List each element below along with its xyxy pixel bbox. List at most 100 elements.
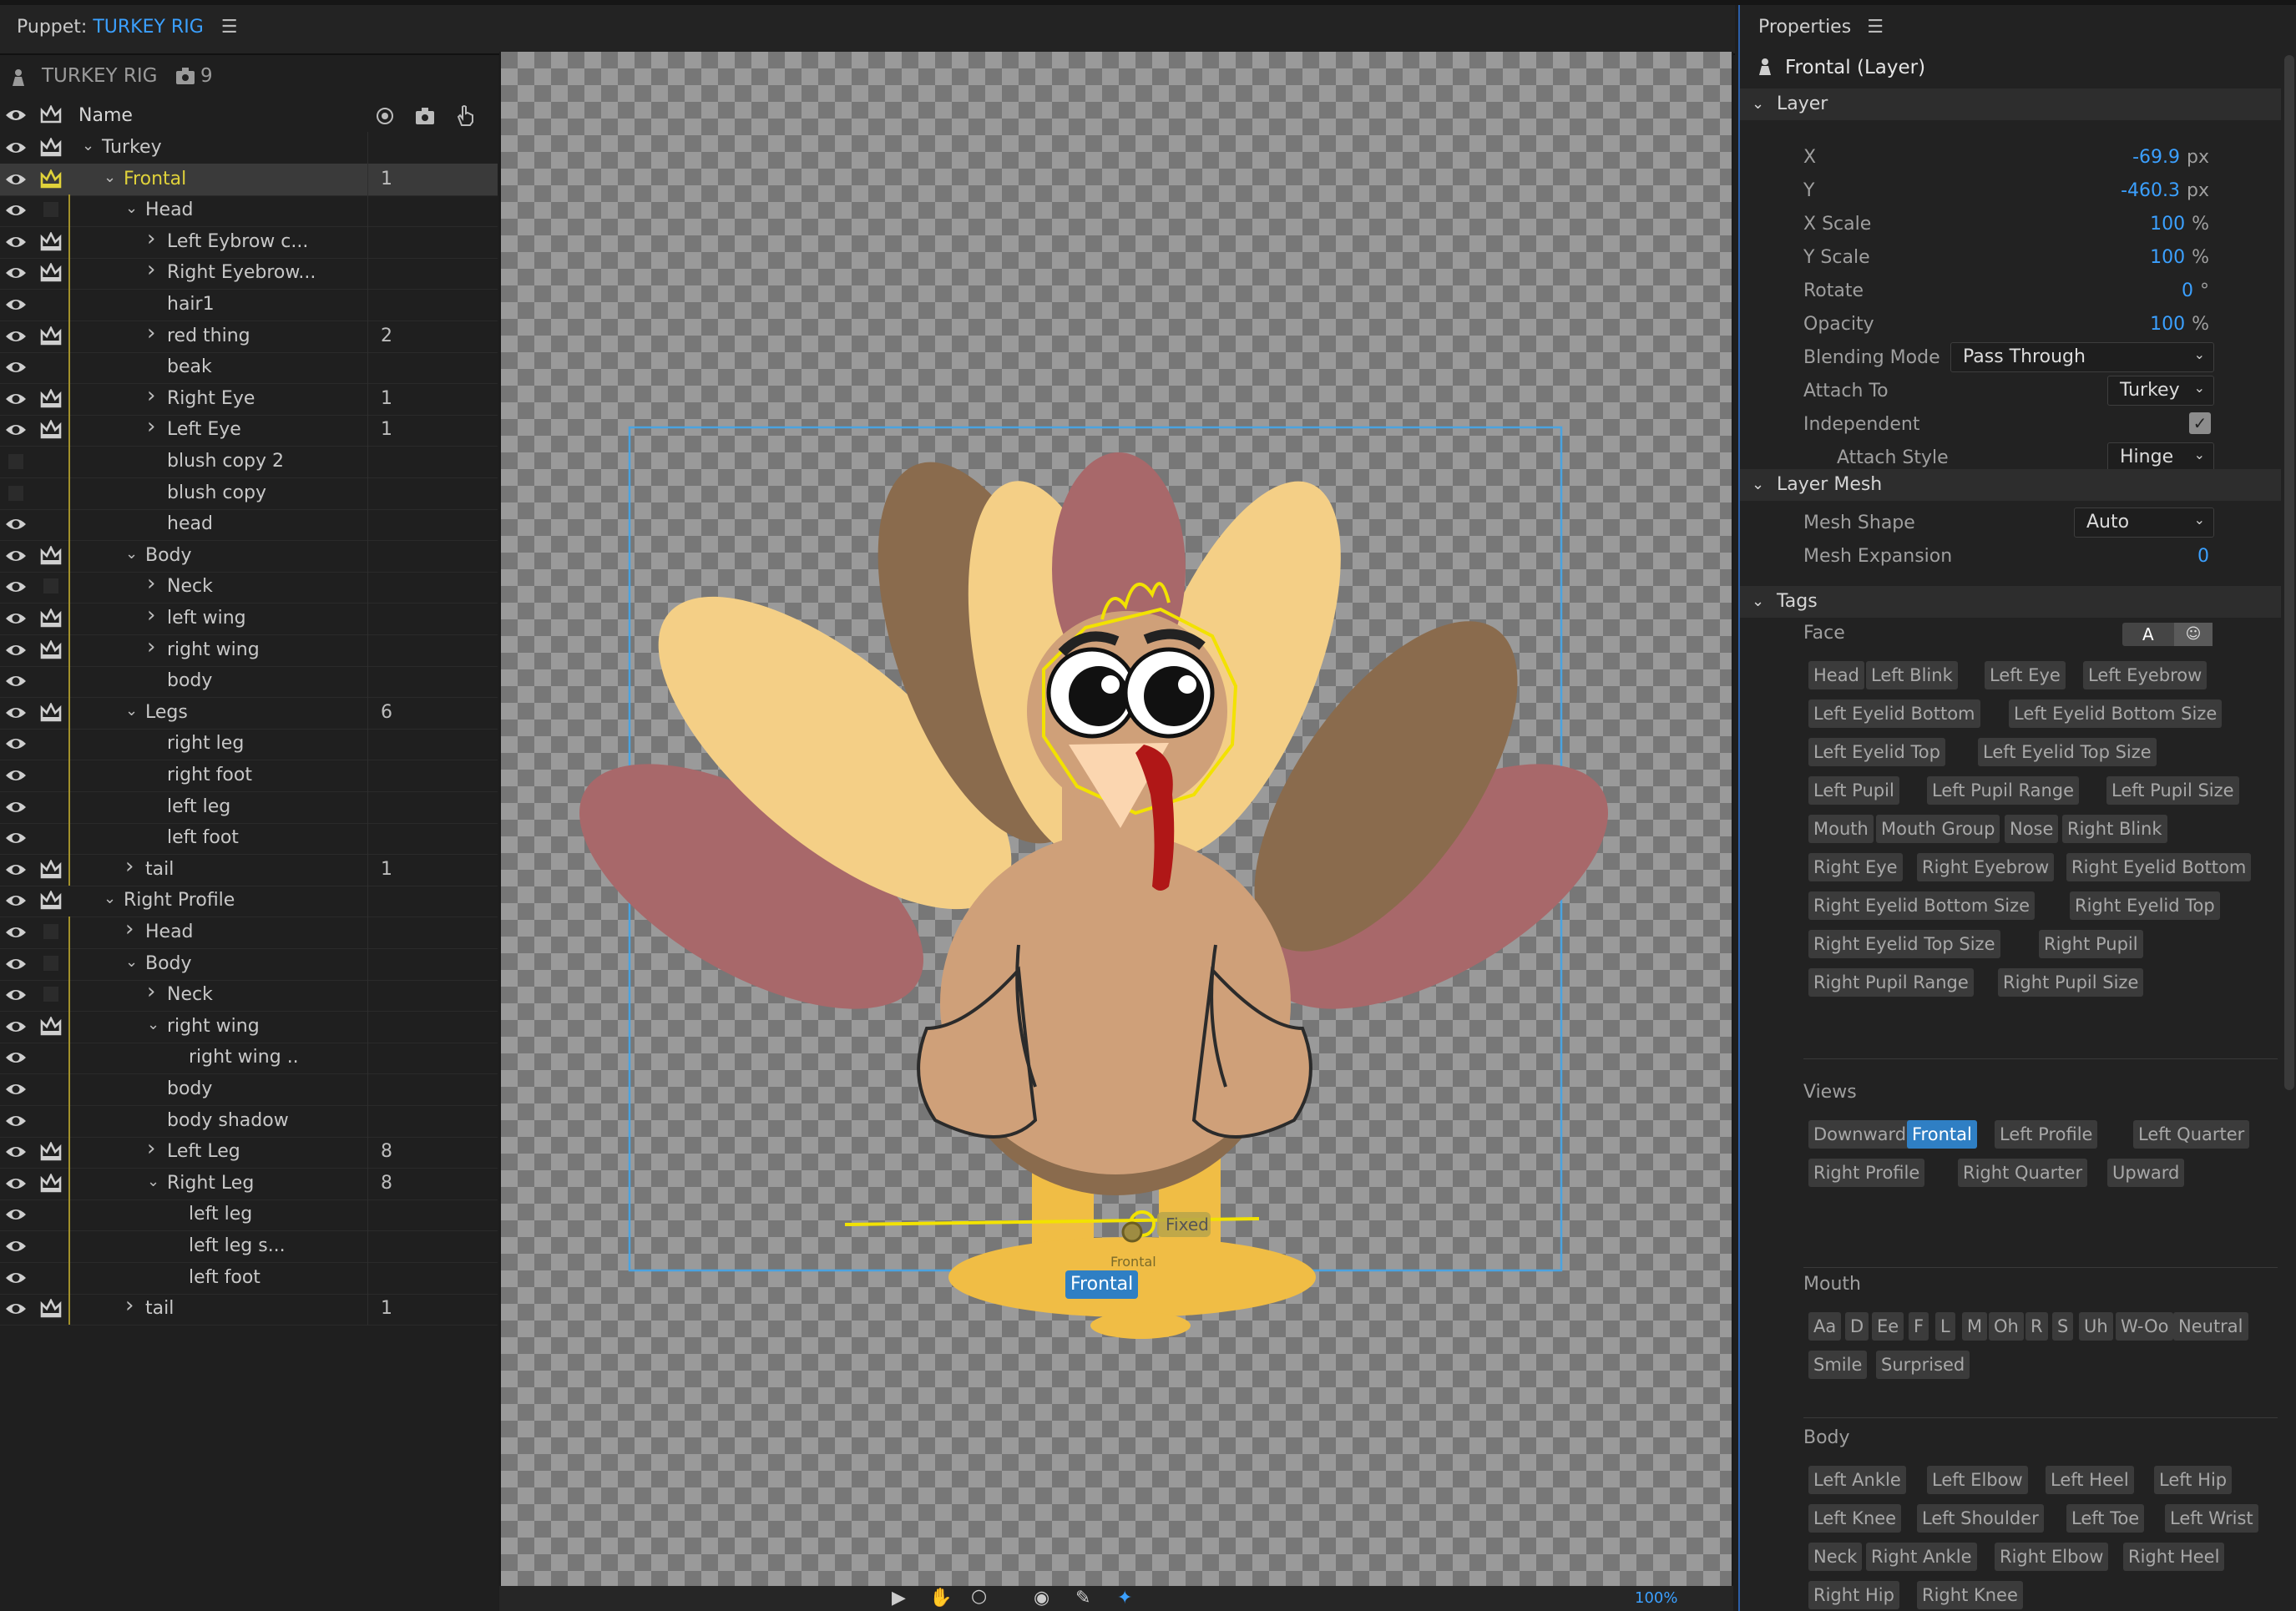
layer-row[interactable]: › right wing: [0, 634, 498, 667]
crown-icon[interactable]: [40, 1141, 62, 1162]
layer-row[interactable]: left leg: [0, 790, 498, 824]
tag-mouth-r[interactable]: R: [2025, 1312, 2048, 1341]
crown-icon[interactable]: [40, 419, 62, 440]
eye-icon[interactable]: [5, 515, 27, 533]
eye-icon[interactable]: [5, 547, 27, 565]
eye-icon[interactable]: [5, 955, 27, 973]
layer-row[interactable]: body shadow: [0, 1104, 498, 1138]
face-toggle-a[interactable]: A: [2142, 624, 2154, 644]
eye-icon[interactable]: [5, 923, 27, 942]
prop-opacity-value[interactable]: 100%: [1990, 314, 2209, 335]
tag-face-right-blink[interactable]: Right Blink: [2062, 815, 2167, 843]
layer-row[interactable]: ⌄ Right Leg 8: [0, 1167, 498, 1200]
tag-face-head[interactable]: Head: [1808, 661, 1864, 689]
layer-row[interactable]: › Neck: [0, 979, 498, 1013]
eye-icon[interactable]: [5, 609, 27, 628]
chevron-right-icon[interactable]: ›: [147, 383, 155, 408]
tag-view-frontal[interactable]: Frontal: [1907, 1120, 1977, 1149]
prop-opacity-number[interactable]: 100: [2150, 314, 2185, 335]
eye-icon[interactable]: [5, 327, 27, 346]
tag-body-right-knee[interactable]: Right Knee: [1917, 1581, 2023, 1609]
tag-mouth-ee[interactable]: Ee: [1872, 1312, 1904, 1341]
chevron-down-icon[interactable]: ⌄: [125, 702, 138, 720]
target-column-icon[interactable]: [376, 107, 394, 125]
eye-icon[interactable]: [5, 1300, 27, 1318]
tag-face-left-eyelid-top-size[interactable]: Left Eyelid Top Size: [1978, 738, 2157, 766]
handle-tool-icon[interactable]: ◉: [1034, 1588, 1049, 1608]
crown-icon[interactable]: [40, 701, 62, 723]
prop-xscale-value[interactable]: 100%: [1990, 214, 2209, 235]
tag-face-left-pupil-range[interactable]: Left Pupil Range: [1927, 776, 2080, 805]
eye-icon[interactable]: [5, 1237, 27, 1255]
tag-mouth-neutral[interactable]: Neutral: [2173, 1312, 2248, 1341]
tag-body-left-heel[interactable]: Left Heel: [2046, 1466, 2134, 1494]
tag-face-left-pupil-size[interactable]: Left Pupil Size: [2106, 776, 2239, 805]
crown-icon[interactable]: [40, 858, 62, 880]
prop-y-value[interactable]: -460.3 px: [1990, 180, 2209, 201]
tag-face-right-eyelid-top-size[interactable]: Right Eyelid Top Size: [1808, 930, 2000, 958]
layer-row[interactable]: ⌄ Legs 6: [0, 696, 498, 730]
pin-tool-icon[interactable]: ✦: [1117, 1588, 1132, 1608]
tag-face-right-eye[interactable]: Right Eye: [1808, 853, 1903, 881]
chevron-down-icon[interactable]: ⌄: [125, 199, 138, 217]
crown-icon[interactable]: [40, 1298, 62, 1319]
prop-attach_style-dropdown[interactable]: Hinge ⌄: [2107, 442, 2214, 472]
independence-box[interactable]: [43, 202, 58, 218]
tag-body-right-heel[interactable]: Right Heel: [2123, 1543, 2225, 1571]
independent-checkbox[interactable]: ✓: [2189, 412, 2211, 434]
prop-rotate-number[interactable]: 0: [2182, 280, 2193, 301]
select-tool-icon[interactable]: ▶: [892, 1588, 906, 1608]
tag-face-left-eye[interactable]: Left Eye: [1985, 661, 2066, 689]
tag-view-upward[interactable]: Upward: [2107, 1159, 2185, 1187]
eye-icon[interactable]: [5, 233, 27, 251]
tag-face-right-pupil-range[interactable]: Right Pupil Range: [1808, 968, 1974, 997]
tag-face-right-pupil[interactable]: Right Pupil: [2039, 930, 2143, 958]
independence-box[interactable]: [43, 987, 58, 1002]
eye-icon[interactable]: [5, 986, 27, 1004]
face-toggle-smile-icon[interactable]: ☺: [2174, 623, 2213, 646]
crown-icon[interactable]: [40, 137, 62, 158]
layer-row[interactable]: body: [0, 1073, 498, 1106]
prop-yscale-value[interactable]: 100%: [1990, 247, 2209, 268]
chevron-down-icon[interactable]: ⌄: [104, 890, 116, 907]
eye-icon[interactable]: [5, 139, 27, 157]
camera-column-icon[interactable]: [415, 107, 435, 125]
tag-view-downward[interactable]: Downward: [1808, 1120, 1912, 1149]
tag-mouth-oh[interactable]: Oh: [1989, 1312, 2024, 1341]
eye-icon[interactable]: [5, 1048, 27, 1067]
eye-icon[interactable]: [5, 672, 27, 690]
zoom-level[interactable]: 100%: [1635, 1589, 1677, 1607]
tag-body-right-hip[interactable]: Right Hip: [1808, 1581, 1899, 1609]
chevron-right-icon[interactable]: ›: [147, 257, 155, 282]
eye-icon[interactable]: [5, 735, 27, 753]
crown-icon[interactable]: [40, 890, 62, 911]
layer-row[interactable]: blush copy: [0, 477, 498, 510]
layer-row[interactable]: › red thing 2: [0, 320, 498, 353]
layer-row[interactable]: head: [0, 508, 498, 542]
layer-row[interactable]: beak: [0, 351, 498, 385]
tag-body-right-elbow[interactable]: Right Elbow: [1995, 1543, 2109, 1571]
eye-icon[interactable]: [5, 1269, 27, 1287]
layer-row[interactable]: right leg: [0, 728, 498, 761]
tag-mouth-m[interactable]: M: [1962, 1312, 1988, 1341]
layer-row[interactable]: hair1: [0, 289, 498, 321]
layer-row[interactable]: ⌄ Body: [0, 947, 498, 981]
layer-row[interactable]: ⌄ Body: [0, 539, 498, 573]
hand-column-icon[interactable]: [455, 104, 475, 127]
crown-icon[interactable]: [40, 230, 62, 252]
crown-icon[interactable]: [40, 544, 62, 566]
crown-column-icon[interactable]: [40, 105, 62, 125]
puppet-name-link[interactable]: TURKEY RIG: [93, 17, 203, 38]
properties-scrollbar[interactable]: [2284, 55, 2294, 1090]
layer-row[interactable]: › left wing: [0, 603, 498, 635]
chevron-down-icon[interactable]: ⌄: [82, 137, 94, 154]
eye-icon[interactable]: [5, 829, 27, 847]
chevron-right-icon[interactable]: ›: [147, 571, 155, 596]
layer-row[interactable]: ⌄ Right Profile: [0, 885, 498, 918]
chevron-down-icon[interactable]: ⌄: [125, 953, 138, 971]
crown-icon[interactable]: [40, 168, 62, 189]
eye-icon[interactable]: [5, 295, 27, 314]
prop-blending-dropdown[interactable]: Pass Through ⌄: [1950, 342, 2214, 372]
mesh-expansion-value[interactable]: 0: [2099, 546, 2209, 567]
layer-row[interactable]: › Right Eye 1: [0, 382, 498, 416]
